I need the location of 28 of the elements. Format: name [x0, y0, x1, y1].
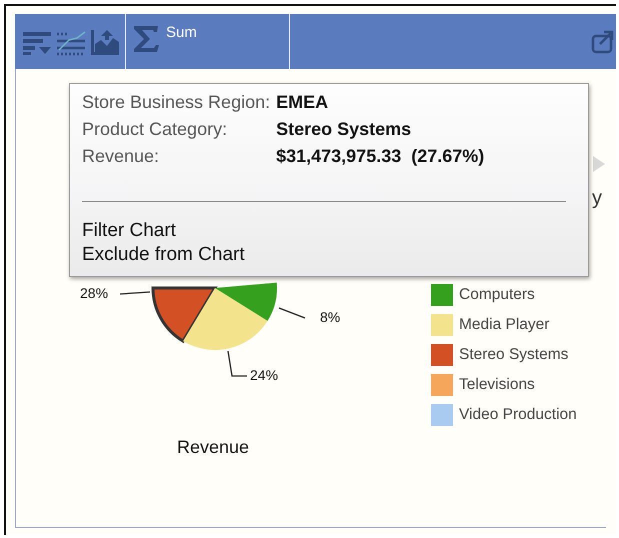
field-label: Revenue:: [82, 146, 160, 167]
leader-line: [278, 307, 306, 319]
legend-label: Computers: [459, 286, 535, 304]
slice-label: 28%: [80, 285, 108, 301]
legend-label: Stereo Systems: [459, 346, 568, 364]
area-chart-icon[interactable]: [89, 28, 121, 56]
axis-label: Revenue: [176, 437, 250, 457]
popout-icon[interactable]: [590, 28, 616, 54]
legend-label: Media Player: [459, 316, 550, 334]
sigma-icon[interactable]: [132, 24, 160, 54]
pie-slice[interactable]: [152, 286, 216, 343]
leader-line: [227, 350, 247, 377]
slice-label: 8%: [320, 309, 340, 325]
legend-label: Video Production: [459, 406, 577, 424]
aggregate-label[interactable]: Sum: [166, 24, 197, 41]
legend-title: y: [592, 187, 602, 210]
field-value: $31,473,975.33 (27.67%): [276, 146, 486, 167]
legend-label: Televisions: [459, 376, 535, 394]
menu-item[interactable]: Filter Chart: [82, 220, 176, 242]
field-label: Store Business Region:: [82, 92, 270, 113]
triangle-arrow-icon[interactable]: [593, 156, 605, 172]
slice-label: 24%: [250, 367, 278, 383]
field-value: EMEA: [276, 92, 330, 113]
menu-item[interactable]: Exclude from Chart: [82, 244, 245, 266]
field-label: Product Category:: [82, 119, 228, 140]
pie-slice[interactable]: [183, 288, 268, 350]
leader-line: [120, 291, 150, 295]
field-value: Stereo Systems: [276, 119, 412, 140]
